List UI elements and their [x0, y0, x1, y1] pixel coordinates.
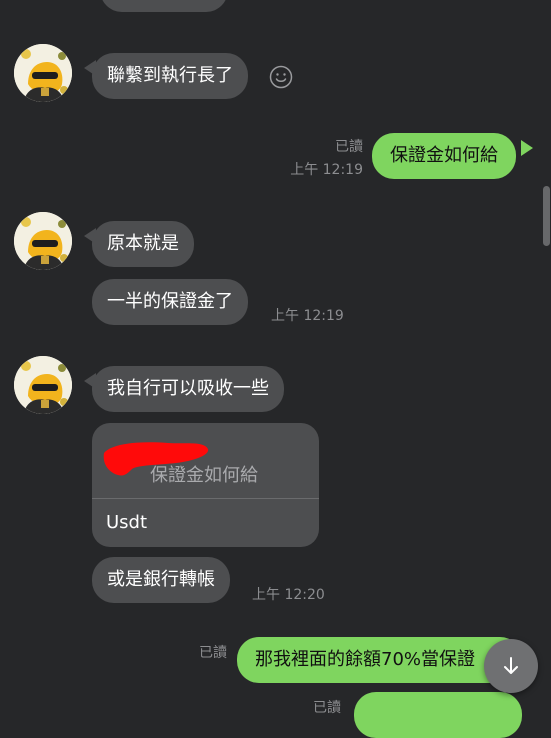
timestamp: 上午 12:19	[290, 162, 363, 178]
scrollbar[interactable]	[543, 0, 551, 719]
smiley-icon[interactable]	[269, 65, 293, 89]
avatar-image	[14, 44, 72, 102]
timestamp: 上午 12:20	[252, 587, 325, 603]
read-receipt: 已讀	[313, 700, 341, 716]
message-text: 我自行可以吸收一些	[107, 378, 269, 399]
read-receipt: 已讀	[335, 139, 363, 155]
arrow-down-icon	[504, 657, 518, 674]
avatar-image	[14, 212, 72, 270]
avatar[interactable]	[14, 212, 72, 270]
message-text: 聯繫到執行長了	[107, 65, 233, 86]
avatar[interactable]	[14, 356, 72, 414]
reply-divider	[92, 498, 319, 499]
message-bubble[interactable]: 聯繫到執行長了	[92, 53, 248, 99]
read-receipt: 已讀	[199, 645, 227, 661]
quoted-message-text: 保證金如何給	[150, 465, 258, 486]
message-text: 原本就是	[107, 233, 179, 254]
message-text: 保證金如何給	[390, 145, 498, 166]
message-text: 一半的保證金了	[107, 291, 233, 312]
message-bubble[interactable]: 保證金如何給	[372, 133, 516, 179]
message-bubble[interactable]: 那我裡面的餘額70%當保證	[237, 637, 522, 683]
message-bubble[interactable]: 一半的保證金了	[92, 279, 248, 325]
scrollbar-thumb[interactable]	[543, 186, 550, 246]
scroll-to-bottom-button[interactable]	[484, 639, 538, 693]
avatar-image	[14, 356, 72, 414]
message-bubble[interactable]	[354, 692, 522, 738]
message-text: Usdt	[106, 512, 148, 533]
message-bubble[interactable]: 我自行可以吸收一些	[92, 366, 284, 412]
message-text: 那我裡面的餘額70%當保證	[255, 649, 476, 670]
partial-message-top	[100, 0, 228, 12]
reply-message-card[interactable]: 保證金如何給 Usdt	[92, 423, 319, 547]
message-text: 或是銀行轉帳	[107, 569, 215, 590]
avatar[interactable]	[14, 44, 72, 102]
timestamp: 上午 12:19	[271, 308, 344, 324]
message-bubble[interactable]: 原本就是	[92, 221, 194, 267]
message-bubble[interactable]: 或是銀行轉帳	[92, 557, 230, 603]
